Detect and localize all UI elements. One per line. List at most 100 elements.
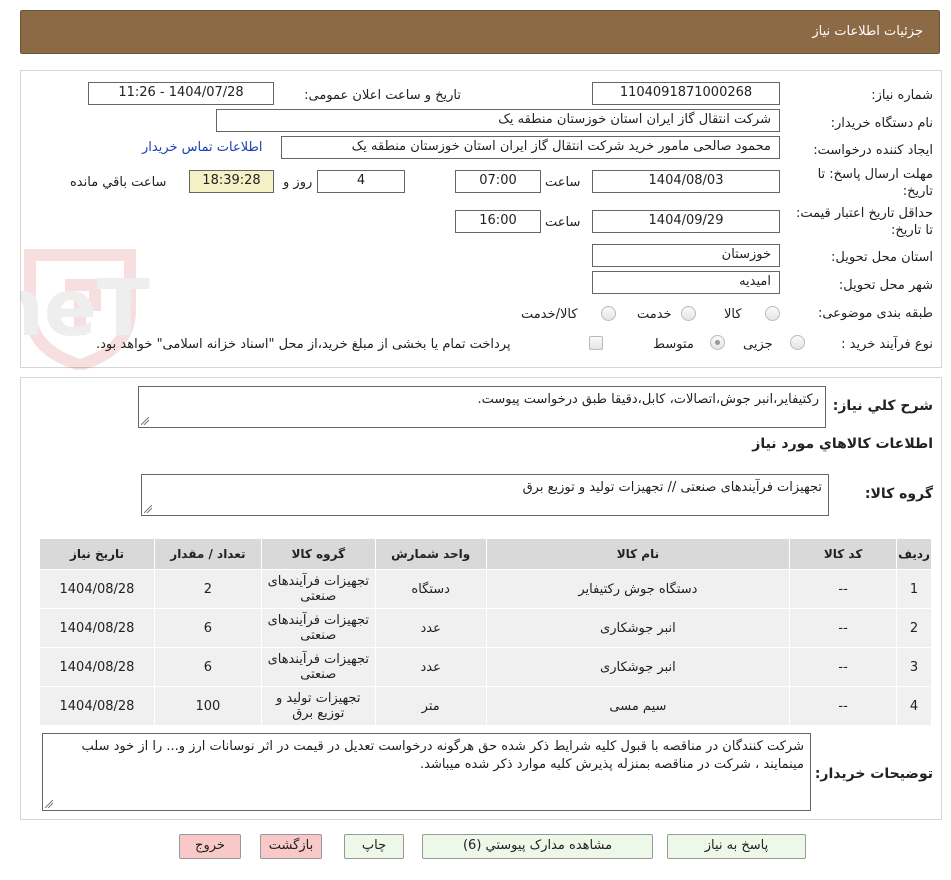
price-validity-time-field[interactable]: 16:00 — [455, 210, 541, 233]
send-deadline-date-field[interactable]: 1404/08/03 — [592, 170, 780, 193]
col-item-name: نام کالا — [485, 538, 791, 570]
city-label: شهر محل تحویل: — [838, 278, 933, 293]
col-need-date: تاريخ نياز — [39, 538, 155, 570]
table-row[interactable]: 1 -- دستگاه جوش رکتیفایر دستگاه تجهیزات … — [39, 569, 932, 609]
items-table: رديف کد کالا نام کالا واحد شمارش گروه کا… — [39, 538, 932, 726]
cell-goods-group: تجهیزات فرآیندهای صنعتی — [260, 569, 376, 609]
cell-item-name: سیم مسی — [485, 686, 791, 726]
print-button[interactable]: چاپ — [344, 834, 404, 859]
send-deadline-time-field[interactable]: 07:00 — [455, 170, 541, 193]
back-button[interactable]: بازگشت — [260, 834, 322, 859]
category-goods-service-label: کالا/خدمت — [521, 307, 578, 322]
process-minor-label: جزیی — [743, 337, 773, 352]
process-minor-radio[interactable] — [790, 335, 805, 350]
cell-row-number: 3 — [896, 647, 932, 687]
col-item-code: کد کالا — [789, 538, 898, 570]
process-label: نوع فرآیند خرید : — [841, 337, 933, 352]
cell-need-date: 1404/08/28 — [39, 608, 155, 648]
col-unit: واحد شمارش — [374, 538, 487, 570]
category-service-radio[interactable] — [681, 306, 696, 321]
treasury-payment-note: پرداخت تمام یا بخشی از مبلغ خرید،از محل … — [96, 337, 511, 352]
cell-need-date: 1404/08/28 — [39, 686, 155, 726]
table-row[interactable]: 2 -- انبر جوشکاری عدد تجهیزات فرآیندهای … — [39, 608, 932, 648]
table-row[interactable]: 4 -- سیم مسی متر تجهیزات تولید و توزیع ب… — [39, 686, 932, 726]
cell-item-code: -- — [789, 686, 898, 726]
cell-row-number: 1 — [896, 569, 932, 609]
buyer-org-label: نام دستگاه خریدار: — [830, 116, 933, 131]
goods-group-textarea[interactable]: تجهیزات فرآیندهای صنعتی // تجهیزات تولید… — [141, 474, 829, 516]
cell-quantity: 6 — [153, 647, 262, 687]
send-deadline-label: مهلت ارسال پاسخ: تا تاریخ: — [817, 167, 933, 199]
view-attachments-button[interactable]: مشاهده مدارک پيوستي (6) — [422, 834, 653, 859]
days-label: روز و — [283, 175, 313, 190]
creator-label: ایجاد کننده درخواست: — [813, 143, 933, 158]
goods-group-label: گروه کالا: — [864, 486, 933, 502]
process-medium-radio[interactable] — [710, 335, 725, 350]
province-label: استان محل تحویل: — [831, 250, 933, 265]
cell-need-date: 1404/08/28 — [39, 569, 155, 609]
col-goods-group: گروه کالا — [260, 538, 376, 570]
remaining-time-label: ساعت باقي مانده — [70, 175, 167, 190]
cell-need-date: 1404/08/28 — [39, 647, 155, 687]
category-label: طبقه بندی موضوعی: — [817, 306, 933, 321]
category-service-label: خدمت — [637, 307, 672, 322]
resize-handle-icon[interactable] — [141, 417, 149, 425]
goods-section-title: اطلاعات کالاهاي مورد نياز — [752, 436, 933, 452]
exit-button[interactable]: خروج — [179, 834, 241, 859]
cell-unit: دستگاه — [374, 569, 487, 609]
summary-label: شرح کلي نياز: — [832, 398, 933, 414]
need-number-field[interactable]: 1104091871000268 — [592, 82, 780, 105]
cell-item-code: -- — [789, 608, 898, 648]
cell-item-code: -- — [789, 647, 898, 687]
province-field[interactable]: خوزستان — [592, 244, 780, 267]
process-medium-label: متوسط — [653, 337, 694, 352]
resize-handle-icon[interactable] — [144, 505, 152, 513]
cell-row-number: 4 — [896, 686, 932, 726]
cell-item-name: انبر جوشکاری — [485, 608, 791, 648]
page-title: جزئیات اطلاعات نیاز — [812, 24, 923, 39]
cell-quantity: 100 — [153, 686, 262, 726]
buyer-org-field[interactable]: شرکت انتقال گاز ایران استان خوزستان منطق… — [216, 109, 780, 132]
buyer-notes-textarea[interactable]: شرکت کنندگان در مناقصه با قبول کلیه شرای… — [42, 733, 811, 811]
cell-item-name: انبر جوشکاری — [485, 647, 791, 687]
summary-textarea[interactable]: رکتیفایر،انبر جوش،اتصالات، کابل،دقیقا طب… — [138, 386, 826, 428]
cell-unit: عدد — [374, 647, 487, 687]
goods-group-text: تجهیزات فرآیندهای صنعتی // تجهیزات تولید… — [522, 480, 822, 495]
need-number-label: شماره نیاز: — [871, 88, 933, 103]
table-row[interactable]: 3 -- انبر جوشکاری عدد تجهیزات فرآیندهای … — [39, 647, 932, 687]
cell-unit: متر — [374, 686, 487, 726]
city-field[interactable]: امیدیه — [592, 271, 780, 294]
cell-quantity: 6 — [153, 608, 262, 648]
buyer-notes-label: توضیحات خریدار: — [814, 766, 933, 782]
resize-handle-icon[interactable] — [45, 800, 53, 808]
remaining-time-field: 18:39:28 — [189, 170, 274, 193]
buyer-notes-text: شرکت کنندگان در مناقصه با قبول کلیه شرای… — [81, 739, 804, 772]
cell-quantity: 2 — [153, 569, 262, 609]
page-header: جزئیات اطلاعات نیاز — [20, 10, 940, 54]
announce-label: تاریخ و ساعت اعلان عمومی: — [304, 88, 461, 103]
col-row-number: رديف — [896, 538, 932, 570]
cell-item-code: -- — [789, 569, 898, 609]
cell-goods-group: تجهیزات فرآیندهای صنعتی — [260, 647, 376, 687]
price-validity-label: حداقل تاریخ اعتبار قیمت: تا تاریخ: — [795, 206, 933, 238]
cell-goods-group: تجهیزات فرآیندهای صنعتی — [260, 608, 376, 648]
treasury-payment-checkbox[interactable] — [589, 336, 603, 350]
price-validity-time-label: ساعت — [545, 215, 581, 230]
category-goods-radio[interactable] — [765, 306, 780, 321]
summary-text: رکتیفایر،انبر جوش،اتصالات، کابل،دقیقا طب… — [477, 392, 819, 407]
col-quantity: تعداد / مقدار — [153, 538, 262, 570]
reply-button[interactable]: پاسخ به نياز — [667, 834, 806, 859]
send-deadline-time-label: ساعت — [545, 175, 581, 190]
cell-item-name: دستگاه جوش رکتیفایر — [485, 569, 791, 609]
buyer-contact-link[interactable]: اطلاعات تماس خریدار — [142, 140, 262, 155]
creator-field[interactable]: محمود صالحی مامور خرید شرکت انتقال گاز ا… — [281, 136, 780, 159]
price-validity-date-field[interactable]: 1404/09/29 — [592, 210, 780, 233]
table-header-row: رديف کد کالا نام کالا واحد شمارش گروه کا… — [39, 538, 932, 570]
cell-unit: عدد — [374, 608, 487, 648]
announce-field[interactable]: 1404/07/28 - 11:26 — [88, 82, 274, 105]
category-goods-service-radio[interactable] — [601, 306, 616, 321]
days-remaining-field[interactable]: 4 — [317, 170, 405, 193]
category-goods-label: کالا — [724, 307, 742, 322]
cell-row-number: 2 — [896, 608, 932, 648]
cell-goods-group: تجهیزات تولید و توزیع برق — [260, 686, 376, 726]
